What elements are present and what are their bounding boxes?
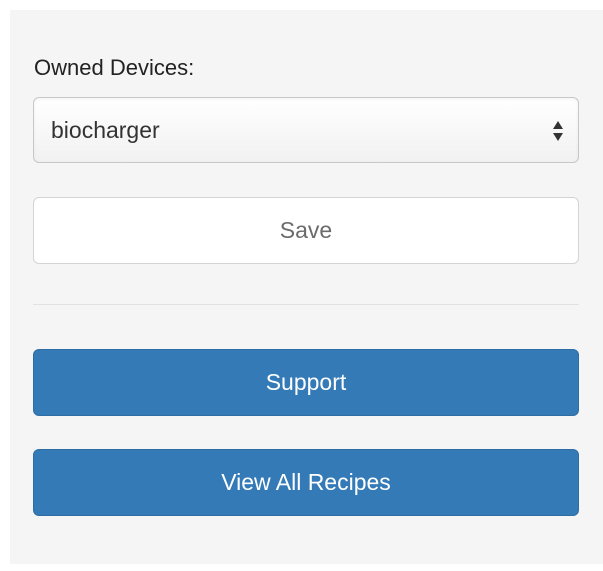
select-updown-arrows-icon — [553, 121, 563, 141]
owned-devices-label: Owned Devices: — [34, 55, 195, 80]
divider — [33, 304, 579, 305]
support-button[interactable]: Support — [33, 349, 579, 416]
owned-devices-selected-value: biocharger — [51, 117, 160, 143]
owned-devices-select[interactable]: biocharger — [33, 97, 579, 163]
view-all-recipes-button[interactable]: View All Recipes — [33, 449, 579, 516]
save-button[interactable]: Save — [33, 197, 579, 264]
